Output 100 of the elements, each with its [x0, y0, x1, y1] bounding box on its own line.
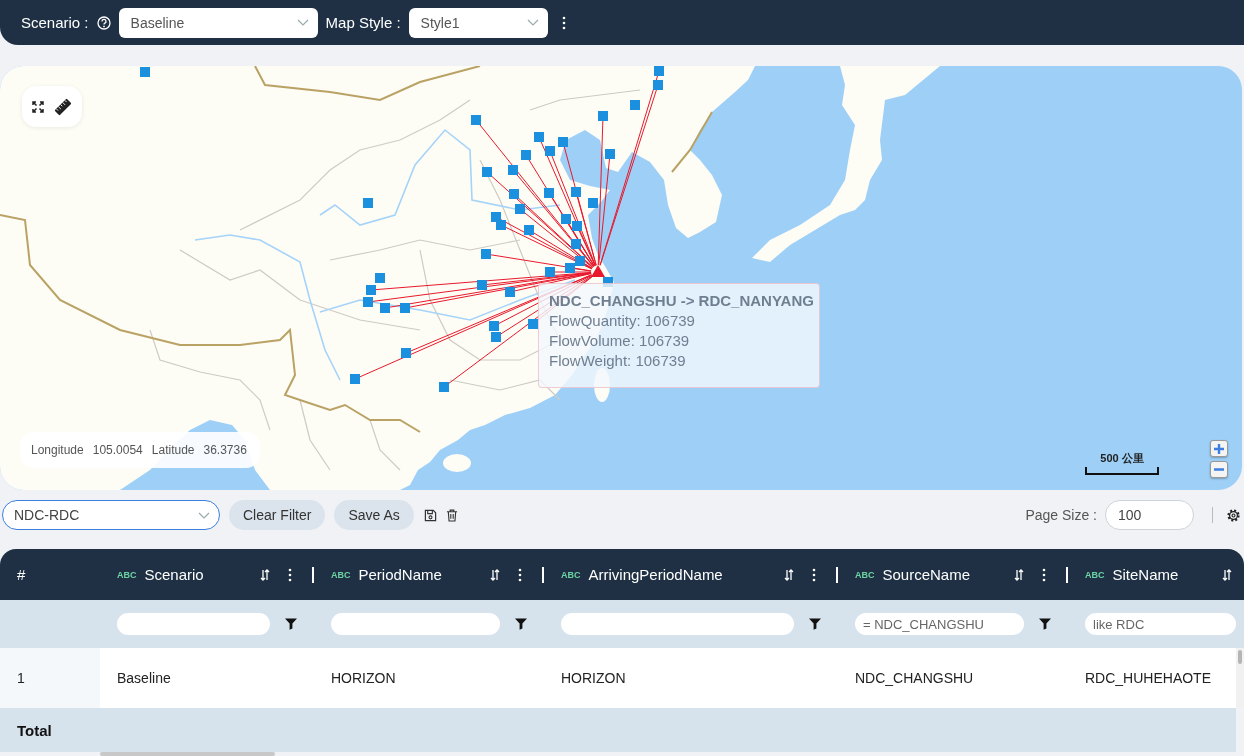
site-marker: [545, 267, 555, 277]
column-header: #: [17, 566, 26, 583]
site-marker: [524, 225, 534, 235]
page-size-label: Page Size :: [1025, 507, 1097, 523]
latitude-value: 36.3736: [203, 443, 247, 457]
tooltip-text: FlowQuantity: 106739: [549, 312, 695, 329]
type-tag: ABC: [855, 569, 875, 580]
site-marker: [471, 115, 481, 125]
table-cell-text: HORIZON: [560, 669, 627, 688]
table-cell-text: RDC_HUHEHAOTE: [1084, 669, 1212, 688]
scale-bar-icon: [1085, 467, 1159, 475]
longitude-value: 105.0054: [92, 443, 143, 457]
site-marker: [496, 220, 506, 230]
settings-icon[interactable]: [1227, 508, 1240, 522]
site-marker: [521, 150, 531, 160]
scrollbar-thumb[interactable]: [100, 752, 275, 756]
column-header[interactable]: SourceName: [882, 566, 971, 583]
more-icon[interactable]: [812, 567, 816, 582]
sort-icon[interactable]: [1222, 568, 1232, 581]
site-marker: [491, 212, 501, 222]
site-marker: [509, 189, 519, 199]
tooltip-text: FlowWeight: 106739: [549, 352, 686, 369]
view-select[interactable]: NDC-RDC: [2, 500, 220, 530]
filter-icon[interactable]: [809, 618, 821, 630]
filter-field[interactable]: [331, 613, 500, 635]
tooltip-text: FlowVolume: 106739: [549, 332, 690, 349]
site-marker: [558, 137, 568, 147]
site-marker: [544, 188, 554, 198]
table-cell: 1: [0, 648, 100, 708]
site-marker: [630, 100, 640, 110]
save-icon[interactable]: [423, 508, 437, 522]
site-marker: [545, 146, 555, 156]
sort-icon[interactable]: [1014, 568, 1024, 581]
more-icon[interactable]: [561, 15, 566, 30]
more-icon[interactable]: [518, 567, 522, 582]
site-marker: [598, 111, 608, 121]
scenario-select[interactable]: Baseline: [118, 7, 318, 38]
site-marker: [439, 382, 449, 392]
more-icon[interactable]: [1042, 567, 1046, 582]
site-marker: [366, 285, 376, 295]
sort-icon[interactable]: [784, 568, 794, 581]
toolbar-button[interactable]: Save As: [334, 500, 414, 530]
site-marker: [534, 132, 544, 142]
filter-field[interactable]: like RDC: [1085, 613, 1236, 635]
column-header[interactable]: SiteName: [1112, 566, 1179, 583]
scale-label: 500 公里: [1100, 451, 1144, 466]
page-size-field[interactable]: 100: [1105, 500, 1194, 530]
type-tag: ABC: [331, 569, 351, 580]
scrollbar-thumb[interactable]: [1238, 650, 1242, 664]
more-icon[interactable]: [288, 567, 292, 582]
hub-marker: [591, 265, 605, 277]
sort-icon[interactable]: [490, 568, 500, 581]
filter-field[interactable]: [117, 613, 270, 635]
site-marker: [561, 214, 571, 224]
map-panel[interactable]: NDC_CHANGSHU -> RDC_NANYANG FlowQuantity: 106739 FlowVolume: 106739 FlowWeight: 106739 Longitude 105.0054 Latitude 36.3736 500 公里: [0, 66, 1242, 490]
column-header[interactable]: ArrivingPeriodName: [588, 566, 723, 583]
zoom-in-button[interactable]: [1210, 440, 1228, 457]
table-cell-text: HORIZON: [330, 669, 397, 688]
site-marker: [401, 348, 411, 358]
site-marker: [482, 167, 492, 177]
trash-icon[interactable]: [445, 508, 458, 522]
site-marker: [571, 187, 581, 197]
site-marker: [528, 319, 538, 329]
scenario-label: Scenario :: [21, 14, 89, 31]
toolbar-button[interactable]: Clear Filter: [229, 500, 326, 530]
longitude-label: Longitude: [31, 443, 84, 457]
filter-field[interactable]: = NDC_CHANGSHU: [855, 613, 1024, 635]
site-marker: [350, 374, 360, 384]
zoom-out-button[interactable]: [1210, 461, 1228, 478]
filter-icon[interactable]: [285, 618, 297, 630]
map-style-select[interactable]: Style1: [408, 7, 548, 38]
site-marker: [654, 66, 664, 76]
site-marker: [140, 67, 150, 77]
filter-icon[interactable]: [1039, 618, 1051, 630]
chevron-down-icon: [296, 19, 309, 26]
total-label: Total: [17, 721, 52, 739]
site-marker: [565, 263, 575, 273]
table-cell-text: NDC_CHANGSHU: [854, 669, 975, 688]
map-style-label: Map Style :: [325, 14, 401, 31]
site-marker: [605, 149, 615, 159]
site-marker: [363, 198, 373, 208]
site-marker: [571, 239, 581, 249]
type-tag: ABC: [561, 569, 581, 580]
minus-icon: [1214, 468, 1224, 471]
sort-icon[interactable]: [260, 568, 270, 581]
site-marker: [491, 332, 501, 342]
site-marker: [363, 297, 373, 307]
column-header[interactable]: PeriodName: [358, 566, 442, 583]
latitude-label: Latitude: [151, 443, 195, 457]
site-marker: [400, 303, 410, 313]
fullscreen-icon[interactable]: [32, 100, 44, 113]
chevron-down-icon: [526, 19, 539, 26]
site-marker: [575, 256, 585, 266]
column-header[interactable]: Scenario: [144, 566, 204, 583]
site-marker: [481, 249, 491, 259]
type-tag: ABC: [1085, 569, 1105, 580]
site-marker: [515, 204, 525, 214]
help-icon[interactable]: [96, 15, 111, 30]
filter-field[interactable]: [561, 613, 794, 635]
filter-icon[interactable]: [515, 618, 527, 630]
